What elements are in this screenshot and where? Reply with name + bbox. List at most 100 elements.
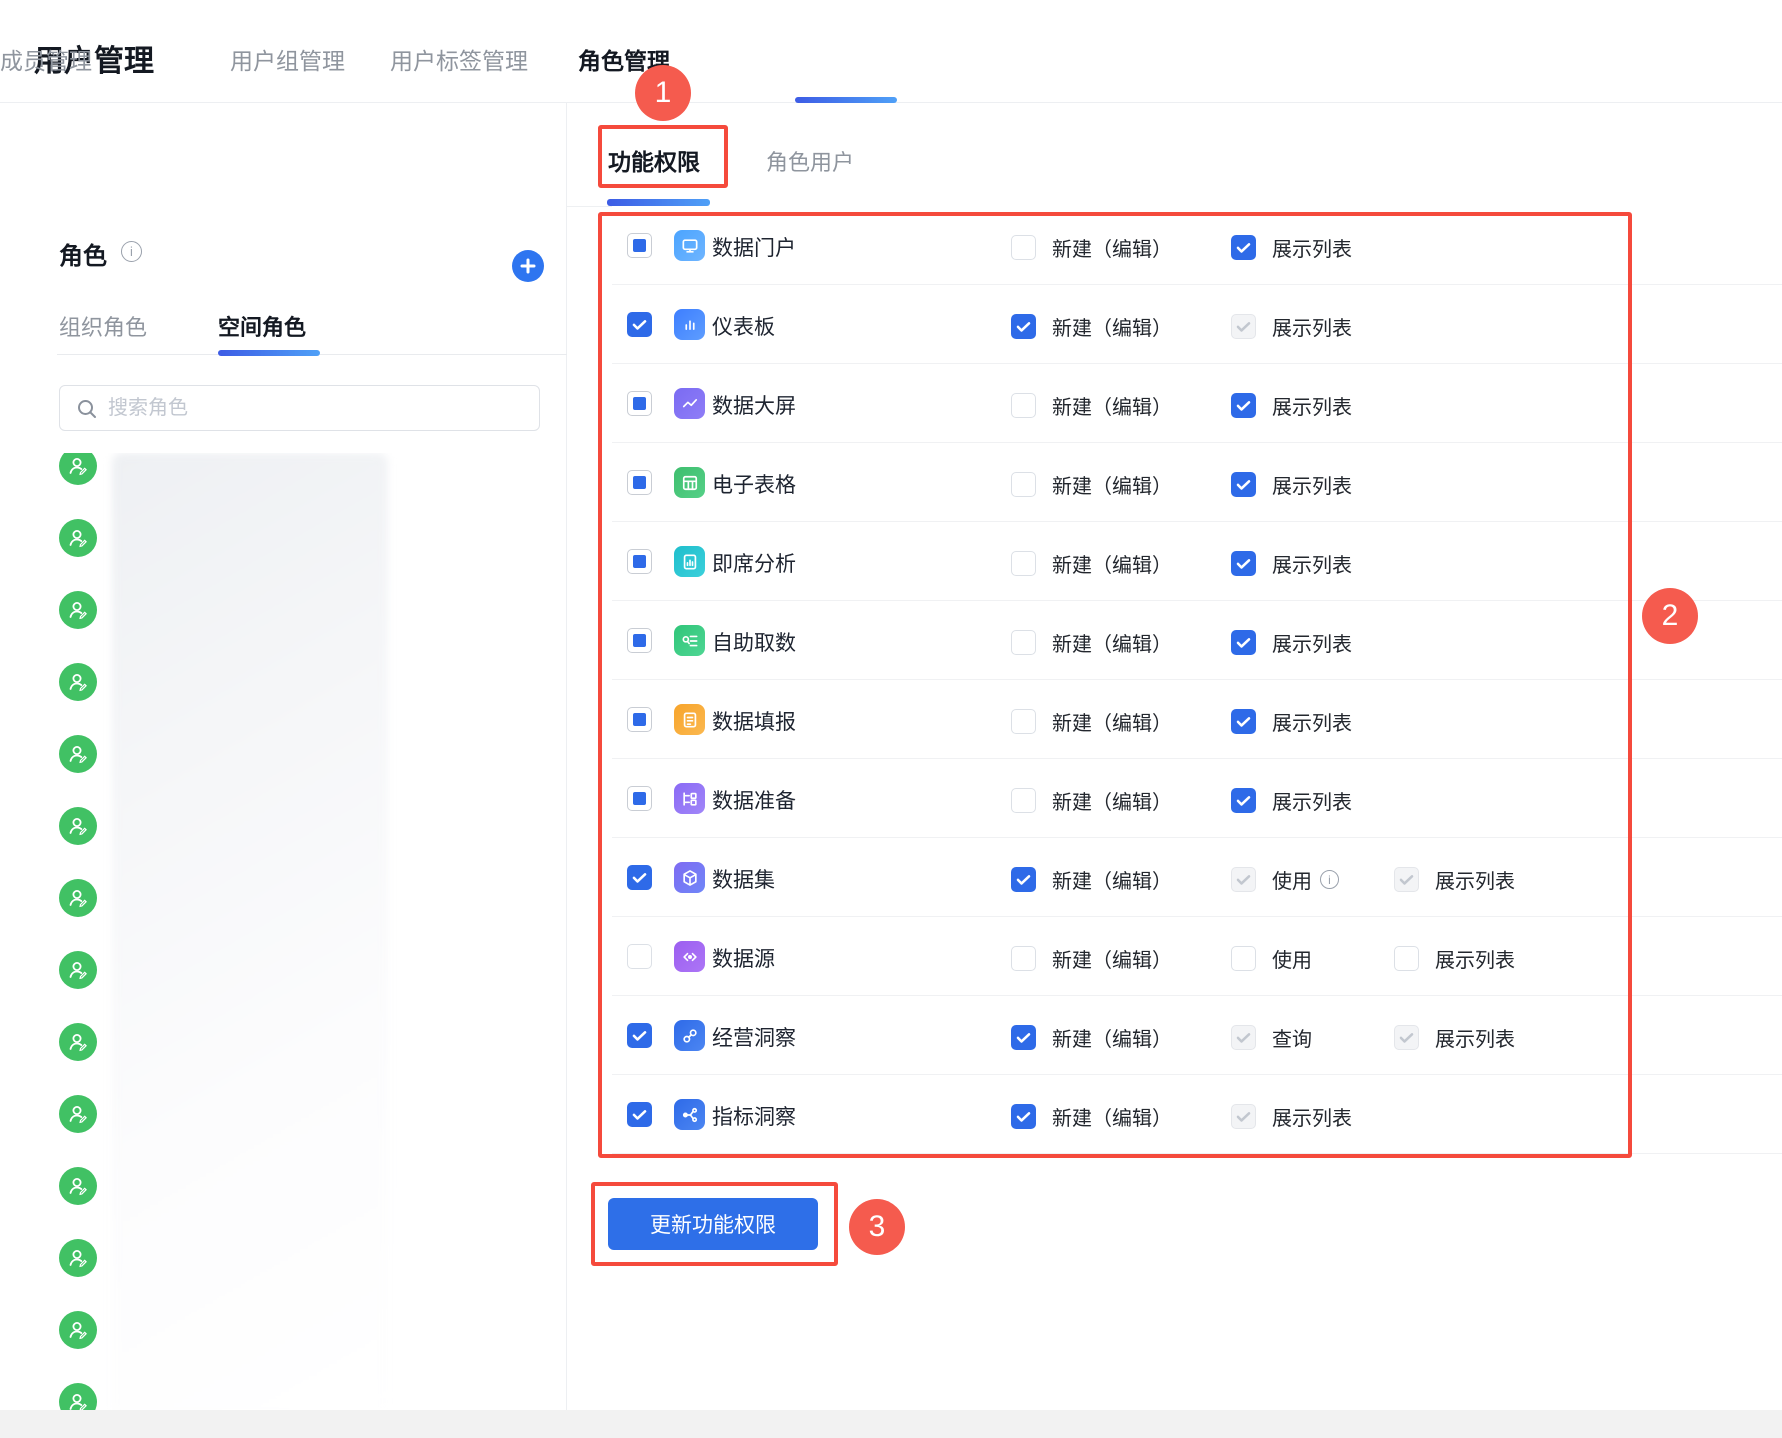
role-list-item[interactable] (59, 735, 97, 773)
search-input[interactable] (108, 386, 528, 430)
perm-label: 展示列表 (1272, 634, 1352, 656)
perm-cell: 新建（编辑） (1011, 707, 1172, 736)
active-nav-underline (795, 97, 897, 103)
role-list-item[interactable] (59, 807, 97, 845)
module-checkbox-unchecked[interactable] (627, 944, 652, 969)
update-permissions-button[interactable]: 更新功能权限 (608, 1198, 818, 1250)
module-checkbox-checked[interactable] (627, 1102, 652, 1127)
active-main-tab-underline (607, 199, 710, 206)
permission-row-自助取数: 自助取数 新建（编辑） 展示列表 (612, 601, 1782, 680)
perm-checkbox-checked[interactable] (1231, 709, 1256, 734)
permission-row-数据填报: 数据填报 新建（编辑） 展示列表 (612, 680, 1782, 759)
module-checkbox-checked[interactable] (627, 865, 652, 890)
perm-cell: 使用 (1231, 944, 1312, 973)
perm-checkbox-disabled-checked[interactable] (1231, 1025, 1256, 1050)
module-checkbox-indeterminate[interactable] (627, 549, 652, 574)
perm-cell: 新建（编辑） (1011, 549, 1172, 578)
module-checkbox-indeterminate[interactable] (627, 470, 652, 495)
role-list-item[interactable] (59, 951, 97, 989)
role-search-box (59, 385, 540, 431)
info-icon[interactable]: i (1320, 870, 1339, 889)
perm-label: 新建（编辑） (1052, 476, 1172, 498)
data-portal-icon (674, 230, 705, 261)
sidebar-tab-1[interactable]: 组织角色 (59, 310, 147, 342)
perm-label: 新建（编辑） (1052, 634, 1172, 656)
perm-cell: 新建（编辑） (1011, 470, 1172, 499)
perm-checkbox-checked[interactable] (1011, 314, 1036, 339)
add-role-button[interactable] (512, 250, 544, 282)
module-checkbox-indeterminate[interactable] (627, 233, 652, 258)
perm-label: 新建（编辑） (1052, 713, 1172, 735)
permission-row-指标洞察: 指标洞察 新建（编辑） 展示列表 (612, 1075, 1782, 1154)
perm-label: 展示列表 (1272, 555, 1352, 577)
perm-checkbox-disabled-checked[interactable] (1231, 867, 1256, 892)
perm-checkbox-checked[interactable] (1231, 393, 1256, 418)
role-list-item[interactable] (59, 591, 97, 629)
nav-item-1[interactable]: 成员管理 (0, 42, 92, 76)
module-checkbox-checked[interactable] (627, 1023, 652, 1048)
data-prep-icon (674, 783, 705, 814)
role-list-item[interactable] (59, 453, 97, 485)
perm-checkbox-unchecked[interactable] (1011, 551, 1036, 576)
role-list-item[interactable] (59, 1311, 97, 1349)
permission-row-即席分析: 即席分析 新建（编辑） 展示列表 (612, 522, 1782, 601)
sidebar-tab-2[interactable]: 空间角色 (218, 310, 306, 342)
permission-row-仪表板: 仪表板 新建（编辑） 展示列表 (612, 285, 1782, 364)
nav-item-2[interactable]: 用户组管理 (230, 42, 345, 76)
perm-checkbox-unchecked[interactable] (1011, 946, 1036, 971)
perm-cell: 新建（编辑） (1011, 786, 1172, 815)
perm-checkbox-checked[interactable] (1231, 551, 1256, 576)
perm-cell: 展示列表 (1231, 233, 1352, 262)
sidebar-title: 角色 (59, 243, 107, 270)
role-list-item[interactable] (59, 1095, 97, 1133)
user-management-page: 用户管理 成员管理用户组管理用户标签管理角色管理 角色 i 组织角色空间角色 演… (0, 0, 1782, 1438)
permission-row-数据大屏: 数据大屏 新建（编辑） 展示列表 (612, 364, 1782, 443)
perm-checkbox-unchecked[interactable] (1011, 788, 1036, 813)
role-list-item[interactable] (59, 663, 97, 701)
role-list-item[interactable] (59, 1023, 97, 1061)
perm-checkbox-unchecked[interactable] (1011, 472, 1036, 497)
perm-checkbox-unchecked[interactable] (1011, 630, 1036, 655)
module-checkbox-indeterminate[interactable] (627, 707, 652, 732)
perm-checkbox-checked[interactable] (1011, 867, 1036, 892)
perm-checkbox-checked[interactable] (1231, 235, 1256, 260)
perm-checkbox-checked[interactable] (1231, 788, 1256, 813)
module-checkbox-indeterminate[interactable] (627, 786, 652, 811)
module-checkbox-indeterminate[interactable] (627, 628, 652, 653)
nav-item-3[interactable]: 用户标签管理 (390, 42, 528, 76)
perm-checkbox-unchecked[interactable] (1394, 946, 1419, 971)
role-list-item[interactable] (59, 1167, 97, 1205)
perm-checkbox-unchecked[interactable] (1231, 946, 1256, 971)
dataset-icon (674, 862, 705, 893)
perm-label: 新建（编辑） (1052, 555, 1172, 577)
module-label: 数据填报 (712, 711, 796, 734)
perm-checkbox-unchecked[interactable] (1011, 709, 1036, 734)
perm-cell: 新建（编辑） (1011, 944, 1172, 973)
perm-checkbox-disabled-checked[interactable] (1394, 867, 1419, 892)
self-service-extract-icon (674, 625, 705, 656)
module-checkbox-checked[interactable] (627, 312, 652, 337)
perm-label: 展示列表 (1272, 476, 1352, 498)
module-label: 数据准备 (712, 790, 796, 813)
perm-checkbox-disabled-checked[interactable] (1231, 1104, 1256, 1129)
perm-checkbox-checked[interactable] (1011, 1104, 1036, 1129)
perm-label: 新建（编辑） (1052, 792, 1172, 814)
role-list-item[interactable] (59, 879, 97, 917)
perm-checkbox-disabled-checked[interactable] (1394, 1025, 1419, 1050)
tab-role-users[interactable]: 角色用户 (766, 145, 854, 177)
module-checkbox-indeterminate[interactable] (627, 391, 652, 416)
perm-checkbox-unchecked[interactable] (1011, 235, 1036, 260)
tab-function-permissions[interactable]: 功能权限 (608, 143, 700, 177)
perm-checkbox-checked[interactable] (1231, 630, 1256, 655)
role-list-item[interactable] (59, 519, 97, 557)
info-icon[interactable]: i (121, 241, 142, 262)
perm-checkbox-disabled-checked[interactable] (1231, 314, 1256, 339)
role-list-item[interactable] (59, 1239, 97, 1277)
perm-cell: 展示列表 (1394, 944, 1515, 973)
roles-sidebar: 角色 i 组织角色空间角色 演示角色 (0, 103, 567, 1421)
data-source-icon (674, 941, 705, 972)
perm-cell: 展示列表 (1231, 391, 1352, 420)
perm-checkbox-checked[interactable] (1231, 472, 1256, 497)
perm-checkbox-unchecked[interactable] (1011, 393, 1036, 418)
perm-checkbox-checked[interactable] (1011, 1025, 1036, 1050)
